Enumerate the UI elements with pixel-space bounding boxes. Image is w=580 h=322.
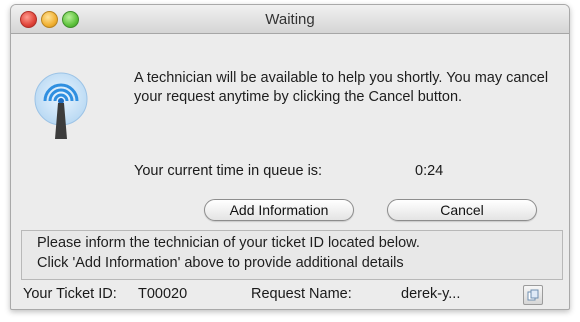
queue-time-label: Your current time in queue is:	[134, 163, 323, 179]
copy-icon[interactable]	[523, 285, 543, 305]
queue-time-value: 0:24	[415, 163, 444, 179]
copy-glyph-icon	[527, 289, 539, 301]
cancel-button[interactable]: Cancel	[387, 199, 537, 221]
waiting-window: Waiting A technician will be available t…	[10, 4, 570, 310]
window-title: Waiting	[265, 11, 315, 28]
info-line-add-details: Click 'Add Information' above to provide…	[37, 255, 404, 271]
request-name-value: derek-y...	[401, 286, 461, 302]
ticket-id-label: Your Ticket ID:	[23, 286, 117, 302]
add-information-button[interactable]: Add Information	[204, 199, 354, 221]
info-panel: Please inform the technician of your tic…	[21, 230, 563, 280]
request-name-label: Request Name:	[251, 286, 352, 302]
ticket-id-value: T00020	[138, 286, 188, 302]
broadcast-antenna-icon	[34, 72, 88, 139]
title-bar[interactable]: Waiting	[11, 5, 569, 34]
info-line-ticket: Please inform the technician of your tic…	[37, 235, 420, 251]
status-message: A technician will be available to help y…	[134, 70, 549, 105]
